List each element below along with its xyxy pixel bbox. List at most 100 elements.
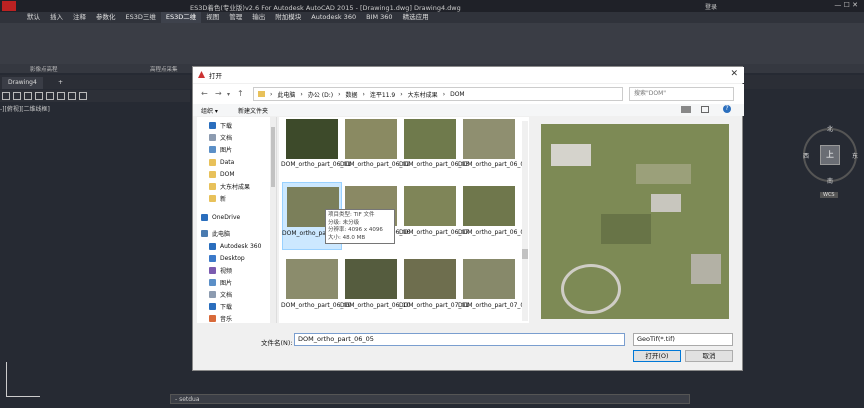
ribbon-tab[interactable]: 管理 [224, 12, 247, 23]
tool-icon[interactable] [68, 92, 76, 100]
open-button[interactable]: 打开(O) [633, 350, 681, 362]
command-line[interactable]: - setdua [170, 394, 690, 404]
back-arrow-icon[interactable]: ← [201, 89, 208, 98]
viewcube-top-face[interactable]: 上 [820, 145, 840, 165]
ribbon-tab[interactable]: 注释 [68, 12, 91, 23]
ribbon-tabs: 默认 插入 注释 参数化 ES3D三维 ES3D二维 视图 管理 输出 附加模块 Autodesk … [0, 12, 864, 23]
breadcrumb-item[interactable]: 办公 (D:) [308, 90, 333, 99]
nav-item[interactable]: OneDrive [201, 212, 240, 223]
filename-input[interactable]: DOM_ortho_part_06_05 [294, 333, 625, 346]
help-icon[interactable]: ? [723, 105, 731, 113]
tool-icon[interactable] [57, 92, 65, 100]
nav-item[interactable]: 文档 [209, 132, 232, 143]
nav-item[interactable]: 图片 [209, 144, 232, 155]
nav-item[interactable]: 此电脑 [201, 228, 230, 239]
forward-arrow-icon[interactable]: → [215, 89, 222, 98]
file-item[interactable]: DOM_ortho_part_06_01 [281, 117, 351, 181]
nav-item[interactable]: 文档 [209, 289, 232, 300]
file-item[interactable]: DOM_ortho_part_07_02 [458, 255, 528, 323]
nav-scrollbar[interactable] [270, 117, 276, 323]
file-name: DOM_ortho_part_06_03 [399, 161, 470, 168]
compass-north: 北 [827, 126, 834, 133]
nav-item[interactable]: 大东村成果 [209, 181, 250, 192]
new-folder-button[interactable]: 新建文件夹 [238, 106, 268, 115]
command-text[interactable]: - setdua [175, 396, 200, 403]
nav-item-label: 图片 [220, 147, 233, 154]
viewcube[interactable]: 上 北 南 西 东 WCS [795, 120, 864, 210]
file-thumbnail [286, 259, 338, 299]
ribbon-tab[interactable]: 插入 [45, 12, 68, 23]
nav-item[interactable]: 图片 [209, 277, 232, 288]
breadcrumb-item[interactable]: 大东村成果 [408, 90, 438, 99]
download-icon [209, 122, 216, 129]
window-controls[interactable]: — ☐ ✕ [834, 1, 858, 9]
file-item[interactable]: DOM_ortho_part_06_09 [281, 255, 351, 323]
new-tab-button[interactable]: + [52, 77, 69, 89]
file-item[interactable]: DOM_ortho_part_06_07 [399, 182, 469, 250]
autocad-icon [198, 71, 205, 78]
dialog-title: 打开 [209, 72, 222, 80]
document-icon [209, 291, 216, 298]
tool-icon[interactable] [46, 92, 54, 100]
ribbon-tab[interactable]: ES3D二维 [160, 12, 202, 23]
view-options-icon[interactable] [681, 106, 691, 113]
nav-item[interactable]: 下载 [209, 120, 232, 131]
desktop-icon [209, 255, 216, 262]
ribbon-tab[interactable]: ES3D三维 [121, 12, 161, 23]
viewport-label[interactable]: -][俯视][二维线框] [0, 104, 50, 113]
breadcrumb-item[interactable]: 此电脑 [277, 90, 295, 99]
file-item[interactable]: DOM_ortho_part_06_02 [340, 117, 411, 181]
chevron-down-icon[interactable]: ▾ [227, 91, 230, 98]
login-label[interactable]: 登录 [705, 2, 717, 11]
nav-item[interactable]: Autodesk 360 [209, 241, 261, 252]
file-item[interactable]: DOM_ortho_part_06_03 [399, 117, 470, 181]
close-button[interactable]: ✕ [730, 69, 738, 79]
file-thumbnail [404, 259, 456, 299]
document-icon [209, 134, 216, 141]
breadcrumb-item[interactable]: 连平11.9 [370, 90, 395, 99]
ribbon-tab[interactable]: 视图 [201, 12, 224, 23]
file-item[interactable]: DOM_ortho_part_06_04 [458, 117, 528, 181]
wcs-button[interactable]: WCS [820, 192, 838, 198]
search-input[interactable]: 搜索"DOM" [629, 87, 734, 101]
up-arrow-icon[interactable]: ↑ [237, 89, 244, 98]
ribbon-tab[interactable]: 精选应用 [398, 12, 434, 23]
nav-item[interactable]: 下载 [209, 301, 232, 312]
filetype-select[interactable]: GeoTif(*.tif) [633, 333, 733, 346]
preview-pane-icon[interactable] [701, 106, 709, 113]
nav-item-label: 图片 [220, 280, 233, 287]
tool-icon[interactable] [2, 92, 10, 100]
breadcrumb-item[interactable]: 数据 [345, 90, 357, 99]
nav-item[interactable]: Data [209, 157, 234, 168]
cancel-button[interactable]: 取消 [685, 350, 733, 362]
nav-item[interactable]: DOM [209, 169, 235, 180]
ribbon-tab[interactable]: BIM 360 [361, 12, 397, 23]
organize-button[interactable]: 组织 ▾ [201, 106, 218, 115]
nav-item[interactable]: 音乐 [209, 313, 232, 324]
file-thumbnail [345, 259, 397, 299]
nav-item[interactable]: 新 [209, 193, 226, 204]
ribbon-tab[interactable]: 附加模块 [270, 12, 306, 23]
file-name: DOM_ortho_part_06_02 [340, 161, 411, 168]
tool-icon[interactable] [35, 92, 43, 100]
file-item[interactable]: DOM_ortho_part_06_10 [340, 255, 410, 323]
file-item[interactable]: DOM_ortho_part_07_01 [399, 255, 469, 323]
file-list: DOM_ortho_part_06_01 DOM_ortho_part_06_02… [279, 117, 529, 323]
tool-icon[interactable] [79, 92, 87, 100]
nav-item[interactable]: Desktop [209, 253, 245, 264]
ribbon-tab[interactable]: 输出 [247, 12, 270, 23]
app-logo[interactable] [2, 1, 16, 11]
tool-icon[interactable] [24, 92, 32, 100]
file-item[interactable]: DOM_ortho_part_06_08 [458, 182, 528, 250]
file-list-scrollbar[interactable] [522, 121, 528, 321]
address-bar[interactable]: › 此电脑 › 办公 (D:) › 数据 › 连平11.9 › 大东村成果 › DOM [253, 87, 623, 101]
ribbon-tab[interactable]: 默认 [22, 12, 45, 23]
folder-icon [209, 183, 216, 190]
ribbon-tab[interactable]: 参数化 [91, 12, 121, 23]
ribbon-tab[interactable]: Autodesk 360 [306, 12, 361, 23]
doc-tab-drawing4[interactable]: Drawing4 [2, 77, 43, 89]
breadcrumb-item[interactable]: DOM [450, 91, 465, 98]
nav-item[interactable]: 视频 [209, 265, 232, 276]
tool-icon[interactable] [13, 92, 21, 100]
tooltip-type: 项目类型: TIF 文件 [328, 212, 375, 218]
